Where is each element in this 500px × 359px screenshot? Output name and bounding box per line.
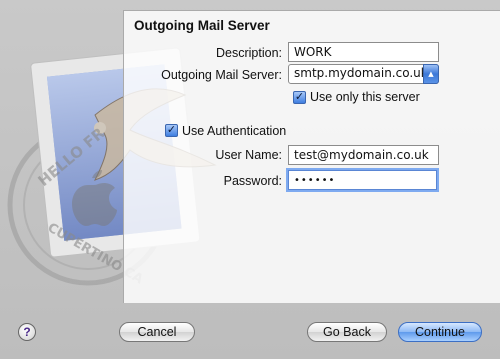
password-field[interactable]: •••••• — [288, 170, 437, 190]
user-name-label: User Name: — [215, 148, 282, 162]
popup-arrow-icon[interactable]: ▲ — [423, 64, 439, 84]
use-authentication-label[interactable]: Use Authentication — [182, 124, 286, 138]
user-name-field[interactable]: test@mydomain.co.uk — [288, 145, 439, 165]
description-field[interactable]: WORK — [288, 42, 439, 62]
use-only-this-server-label[interactable]: Use only this server — [310, 90, 420, 104]
outgoing-server-label: Outgoing Mail Server: — [161, 68, 282, 82]
description-label: Description: — [216, 46, 282, 60]
continue-button[interactable]: Continue — [398, 322, 482, 342]
cancel-button[interactable]: Cancel — [119, 322, 195, 342]
section-title: Outgoing Mail Server — [134, 18, 270, 33]
go-back-button[interactable]: Go Back — [307, 322, 387, 342]
password-label: Password: — [223, 174, 282, 188]
outgoing-server-popup[interactable]: smtp.mydomain.co.uk ▲ — [288, 64, 439, 84]
outgoing-server-value: smtp.mydomain.co.uk — [294, 66, 428, 80]
help-button[interactable]: ? — [18, 323, 36, 341]
use-authentication-checkbox[interactable]: ✓ — [165, 124, 178, 137]
use-only-this-server-checkbox[interactable]: ✓ — [293, 91, 306, 104]
